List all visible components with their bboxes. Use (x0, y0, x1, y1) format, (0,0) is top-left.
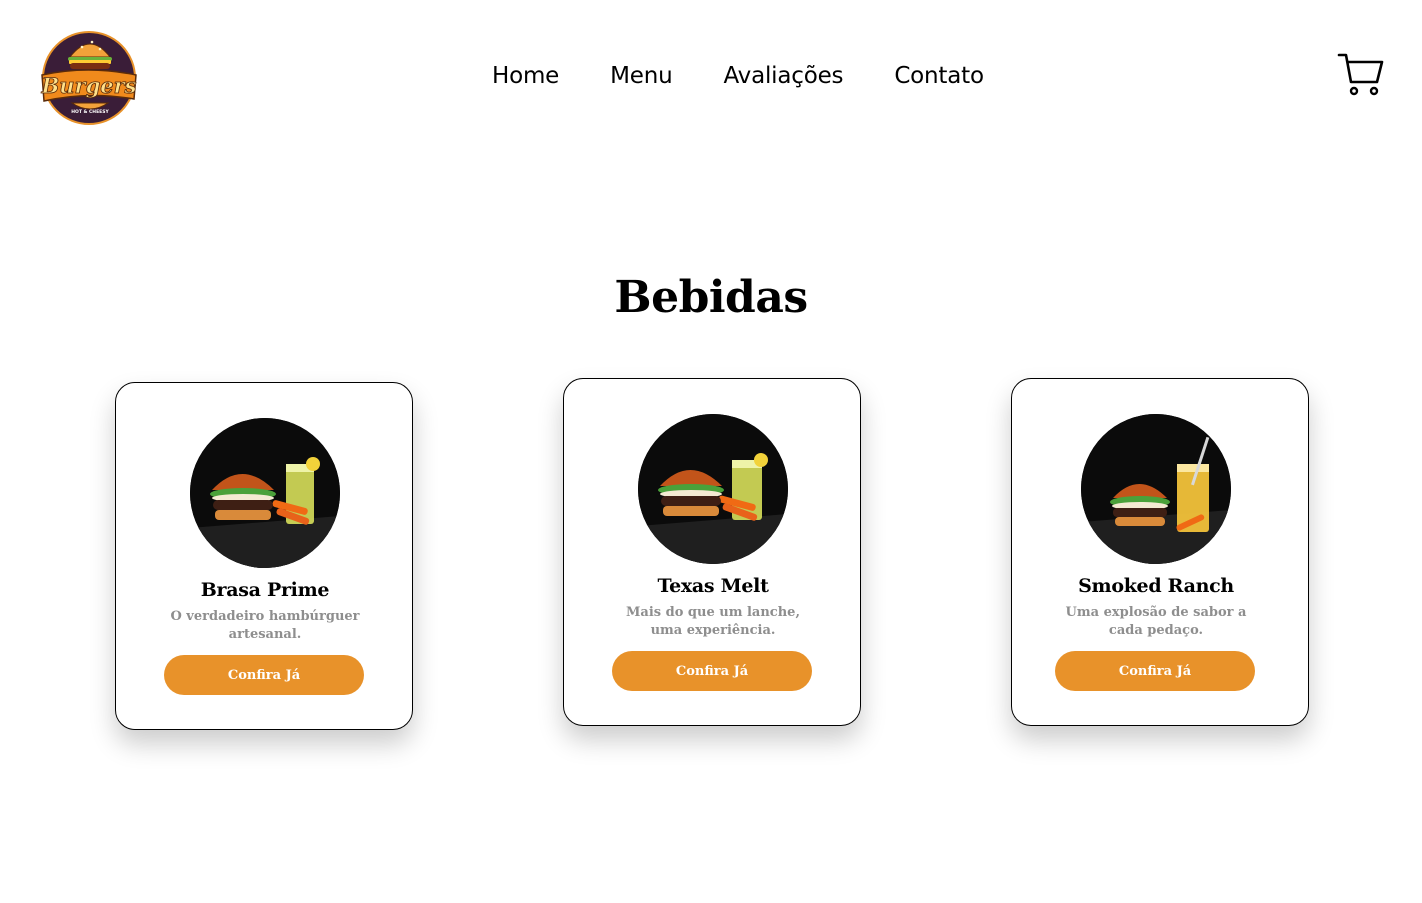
nav-link-contato[interactable]: Contato (894, 63, 984, 89)
section-title: Bebidas (614, 272, 808, 323)
product-card: Texas Melt Mais do que um lanche, uma ex… (563, 378, 861, 726)
shopping-cart-icon (1337, 53, 1384, 96)
product-image (638, 414, 788, 564)
product-image (1081, 414, 1231, 564)
confira-button[interactable]: Confira Já (164, 655, 364, 695)
burger-with-drink-photo (1081, 414, 1231, 564)
nav-link-home[interactable]: Home (492, 63, 559, 89)
burger-with-drink-photo (190, 418, 340, 568)
burger-logo-icon: Burgers HOT & CHEESY (40, 31, 137, 125)
product-title: Brasa Prime (200, 579, 330, 601)
logo-brand-text: Burgers (40, 73, 136, 98)
product-image (190, 418, 340, 568)
brand-logo[interactable]: Burgers HOT & CHEESY (38, 27, 138, 125)
product-description: O verdadeiro hambúrguer artesanal. (170, 609, 360, 642)
product-description: Uma explosão de sabor a cada pedaço. (1065, 605, 1247, 638)
product-description: Mais do que um lanche, uma experiência. (626, 605, 800, 638)
burger-with-drink-photo (638, 414, 788, 564)
product-card: Smoked Ranch Uma explosão de sabor a cad… (1011, 378, 1309, 726)
logo-tagline: HOT & CHEESY (71, 109, 109, 115)
nav-link-menu[interactable]: Menu (610, 63, 673, 89)
cart-button[interactable] (1337, 52, 1385, 98)
nav-link-avaliacoes[interactable]: Avaliações (723, 63, 843, 89)
main-nav: Home Menu Avaliações Contato (492, 58, 984, 94)
product-title: Smoked Ranch (1078, 575, 1234, 597)
confira-button[interactable]: Confira Já (1055, 651, 1255, 691)
confira-button[interactable]: Confira Já (612, 651, 812, 691)
product-title: Texas Melt (657, 575, 769, 597)
product-card: Brasa Prime O verdadeiro hambúrguer arte… (115, 382, 413, 730)
